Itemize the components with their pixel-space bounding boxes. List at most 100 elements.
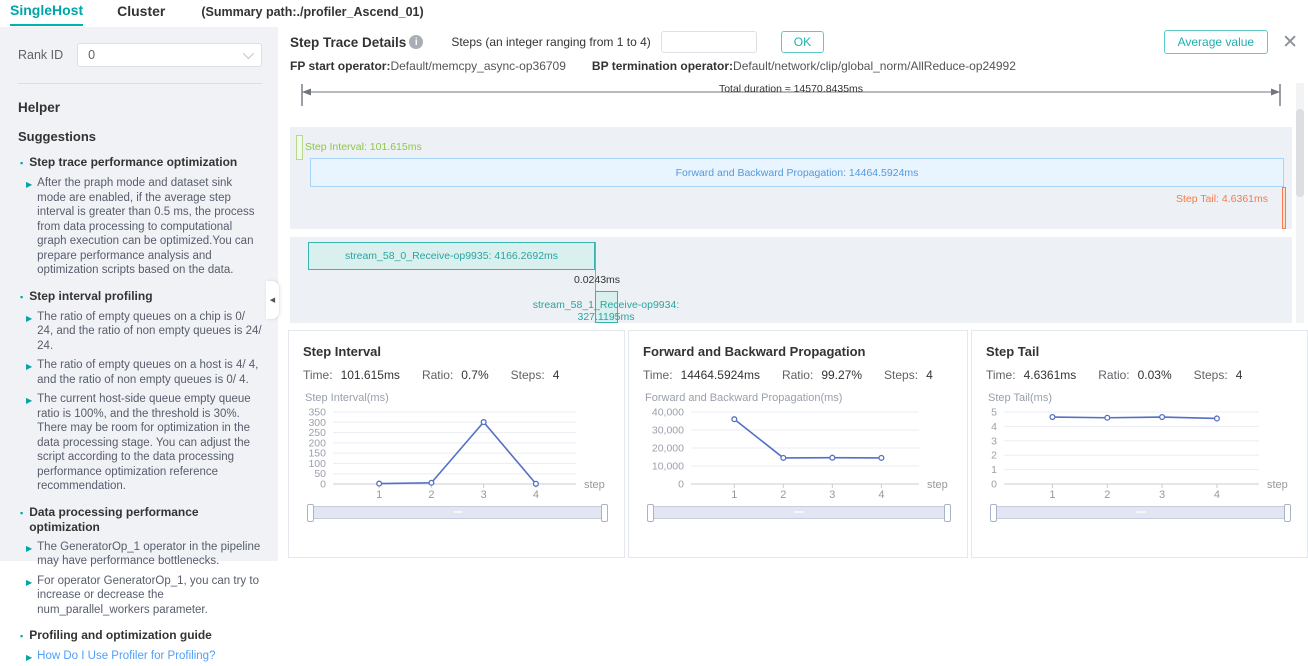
slider-handle-left[interactable] xyxy=(307,504,314,522)
sidebar-collapse-handle[interactable]: ◀ xyxy=(266,281,279,319)
ok-button[interactable]: OK xyxy=(781,31,824,53)
suggestion-item: ▶ The ratio of empty queues on a host is… xyxy=(18,358,262,387)
panel-step-interval: Step Interval Time: 101.615ms Ratio: 0.7… xyxy=(288,330,625,558)
profiler-guide-link[interactable]: How Do I Use Profiler for Profiling? xyxy=(37,649,215,666)
panel-forward-backward: Forward and Backward Propagation Time: 1… xyxy=(628,330,968,558)
svg-text:2: 2 xyxy=(428,489,434,501)
suggestion-section-title: ▪ Step interval profiling xyxy=(18,289,262,305)
steps-input[interactable] xyxy=(661,31,757,53)
square-bullet-icon: ▪ xyxy=(20,506,23,535)
step-trace-main: Step Trace Details i Steps (an integer r… xyxy=(286,27,1308,561)
square-bullet-icon: ▪ xyxy=(20,156,23,171)
slider-handle-right[interactable] xyxy=(601,504,608,522)
step-interval-bar-label: Step Interval: 101.615ms xyxy=(305,141,422,153)
slider-handle-left[interactable] xyxy=(990,504,997,522)
panel-title: Step Interval xyxy=(303,344,612,359)
svg-text:20,000: 20,000 xyxy=(652,443,684,455)
step-tail-bar xyxy=(1282,187,1286,229)
y-axis-title: Forward and Backward Propagation(ms) xyxy=(645,392,955,404)
svg-text:300: 300 xyxy=(308,417,326,429)
y-axis-title: Step Tail(ms) xyxy=(988,392,1295,404)
chevron-down-icon xyxy=(243,48,254,59)
svg-text:0: 0 xyxy=(991,479,997,491)
suggestion-item: ▶ How Do I Use Profiler for Profiling? xyxy=(18,649,262,666)
svg-text:30,000: 30,000 xyxy=(652,425,684,437)
top-tab-bar: SingleHost Cluster (Summary path:./profi… xyxy=(0,0,1308,27)
square-bullet-icon: ▪ xyxy=(20,629,23,644)
step-interval-line-chart: 0501001502002503003501234step xyxy=(303,406,612,502)
panel-stats: Time: 4.6361ms Ratio: 0.03% Steps: 4 xyxy=(986,368,1295,382)
svg-text:250: 250 xyxy=(308,427,326,439)
slider-grip-icon xyxy=(794,511,804,513)
svg-text:step: step xyxy=(584,479,605,491)
step-tail-line-chart: 0123451234step xyxy=(986,406,1295,502)
triangle-bullet-icon: ▶ xyxy=(26,394,32,494)
fp-start-operator-value: Default/memcpy_async-op36709 xyxy=(390,59,565,73)
suggestions-title: Suggestions xyxy=(18,129,262,144)
svg-text:4: 4 xyxy=(991,421,997,433)
rank-id-value: 0 xyxy=(88,48,95,62)
total-duration-indicator: Total duration ≈ 14570.8435ms xyxy=(290,83,1292,121)
helper-sidebar: Rank ID 0 Helper Suggestions ▪ Step trac… xyxy=(0,27,278,561)
data-zoom-slider[interactable] xyxy=(992,506,1289,519)
suggestion-section-title: ▪ Profiling and optimization guide xyxy=(18,628,262,644)
svg-text:3: 3 xyxy=(481,489,487,501)
panel-title: Step Tail xyxy=(986,344,1295,359)
triangle-bullet-icon: ▶ xyxy=(26,651,32,666)
svg-text:150: 150 xyxy=(308,448,326,460)
forward-backward-line-chart: 010,00020,00030,00040,0001234step xyxy=(643,406,955,502)
tab-singlehost[interactable]: SingleHost xyxy=(10,2,83,26)
y-axis-title: Step Interval(ms) xyxy=(305,392,612,404)
svg-text:2: 2 xyxy=(780,489,786,501)
suggestion-item: ▶ After the praph mode and dataset sink … xyxy=(18,176,262,278)
data-zoom-slider[interactable] xyxy=(649,506,949,519)
fp-start-operator-label: FP start operator: xyxy=(290,59,390,73)
info-icon[interactable]: i xyxy=(409,35,423,49)
svg-text:3: 3 xyxy=(1159,489,1165,501)
timeline-row-step: Step Interval: 101.615ms Forward and Bac… xyxy=(290,127,1292,229)
svg-text:1: 1 xyxy=(991,464,997,476)
triangle-bullet-icon: ▶ xyxy=(26,542,32,569)
svg-text:1: 1 xyxy=(376,489,382,501)
svg-text:4: 4 xyxy=(1214,489,1220,501)
page-title: Step Trace Details xyxy=(290,35,406,50)
helper-title: Helper xyxy=(18,100,262,115)
svg-text:3: 3 xyxy=(991,435,997,447)
timeline-scrollbar[interactable] xyxy=(1296,83,1304,323)
step-interval-bar xyxy=(296,135,303,160)
panel-title: Forward and Backward Propagation xyxy=(643,344,955,359)
tab-cluster[interactable]: Cluster xyxy=(117,3,165,25)
suggestion-section-title: ▪ Data processing performance optimizati… xyxy=(18,505,262,535)
rank-id-select[interactable]: 0 xyxy=(77,43,262,67)
timeline-scrollbar-thumb[interactable] xyxy=(1296,109,1304,197)
average-value-button[interactable]: Average value xyxy=(1164,30,1269,54)
step-trace-timeline: Total duration ≈ 14570.8435ms Step Inter… xyxy=(290,83,1304,323)
slider-handle-left[interactable] xyxy=(647,504,654,522)
svg-text:3: 3 xyxy=(829,489,835,501)
stream-receive-bar-1-label: stream_58_1_Receive-op9934: 327.1195ms xyxy=(506,299,706,323)
slider-grip-icon xyxy=(453,511,463,513)
steps-input-label: Steps (an integer ranging from 1 to 4) xyxy=(451,35,650,49)
svg-text:1: 1 xyxy=(1049,489,1055,501)
triangle-bullet-icon: ▶ xyxy=(26,360,32,387)
svg-text:40,000: 40,000 xyxy=(652,407,684,419)
close-icon[interactable]: ✕ xyxy=(1282,33,1298,52)
slider-handle-right[interactable] xyxy=(944,504,951,522)
svg-text:0: 0 xyxy=(678,479,684,491)
stream-receive-bar-0: stream_58_0_Receive-op9935: 4166.2692ms xyxy=(308,242,595,270)
metric-panels: Step Interval Time: 101.615ms Ratio: 0.7… xyxy=(288,330,1308,558)
suggestion-item: ▶ For operator GeneratorOp_1, you can tr… xyxy=(18,574,262,618)
data-zoom-slider[interactable] xyxy=(309,506,606,519)
svg-text:2: 2 xyxy=(1104,489,1110,501)
slider-handle-right[interactable] xyxy=(1284,504,1291,522)
svg-text:350: 350 xyxy=(308,407,326,419)
total-duration-label: Total duration ≈ 14570.8435ms xyxy=(290,83,1292,95)
triangle-bullet-icon: ▶ xyxy=(26,576,32,618)
svg-text:1: 1 xyxy=(731,489,737,501)
suggestion-item: ▶ The ratio of empty queues on a chip is… xyxy=(18,310,262,354)
svg-text:10,000: 10,000 xyxy=(652,461,684,473)
suggestion-item: ▶ The current host-side queue empty queu… xyxy=(18,392,262,494)
svg-text:4: 4 xyxy=(878,489,884,501)
svg-text:50: 50 xyxy=(314,468,326,480)
suggestion-section-title: ▪ Step trace performance optimization xyxy=(18,155,262,171)
